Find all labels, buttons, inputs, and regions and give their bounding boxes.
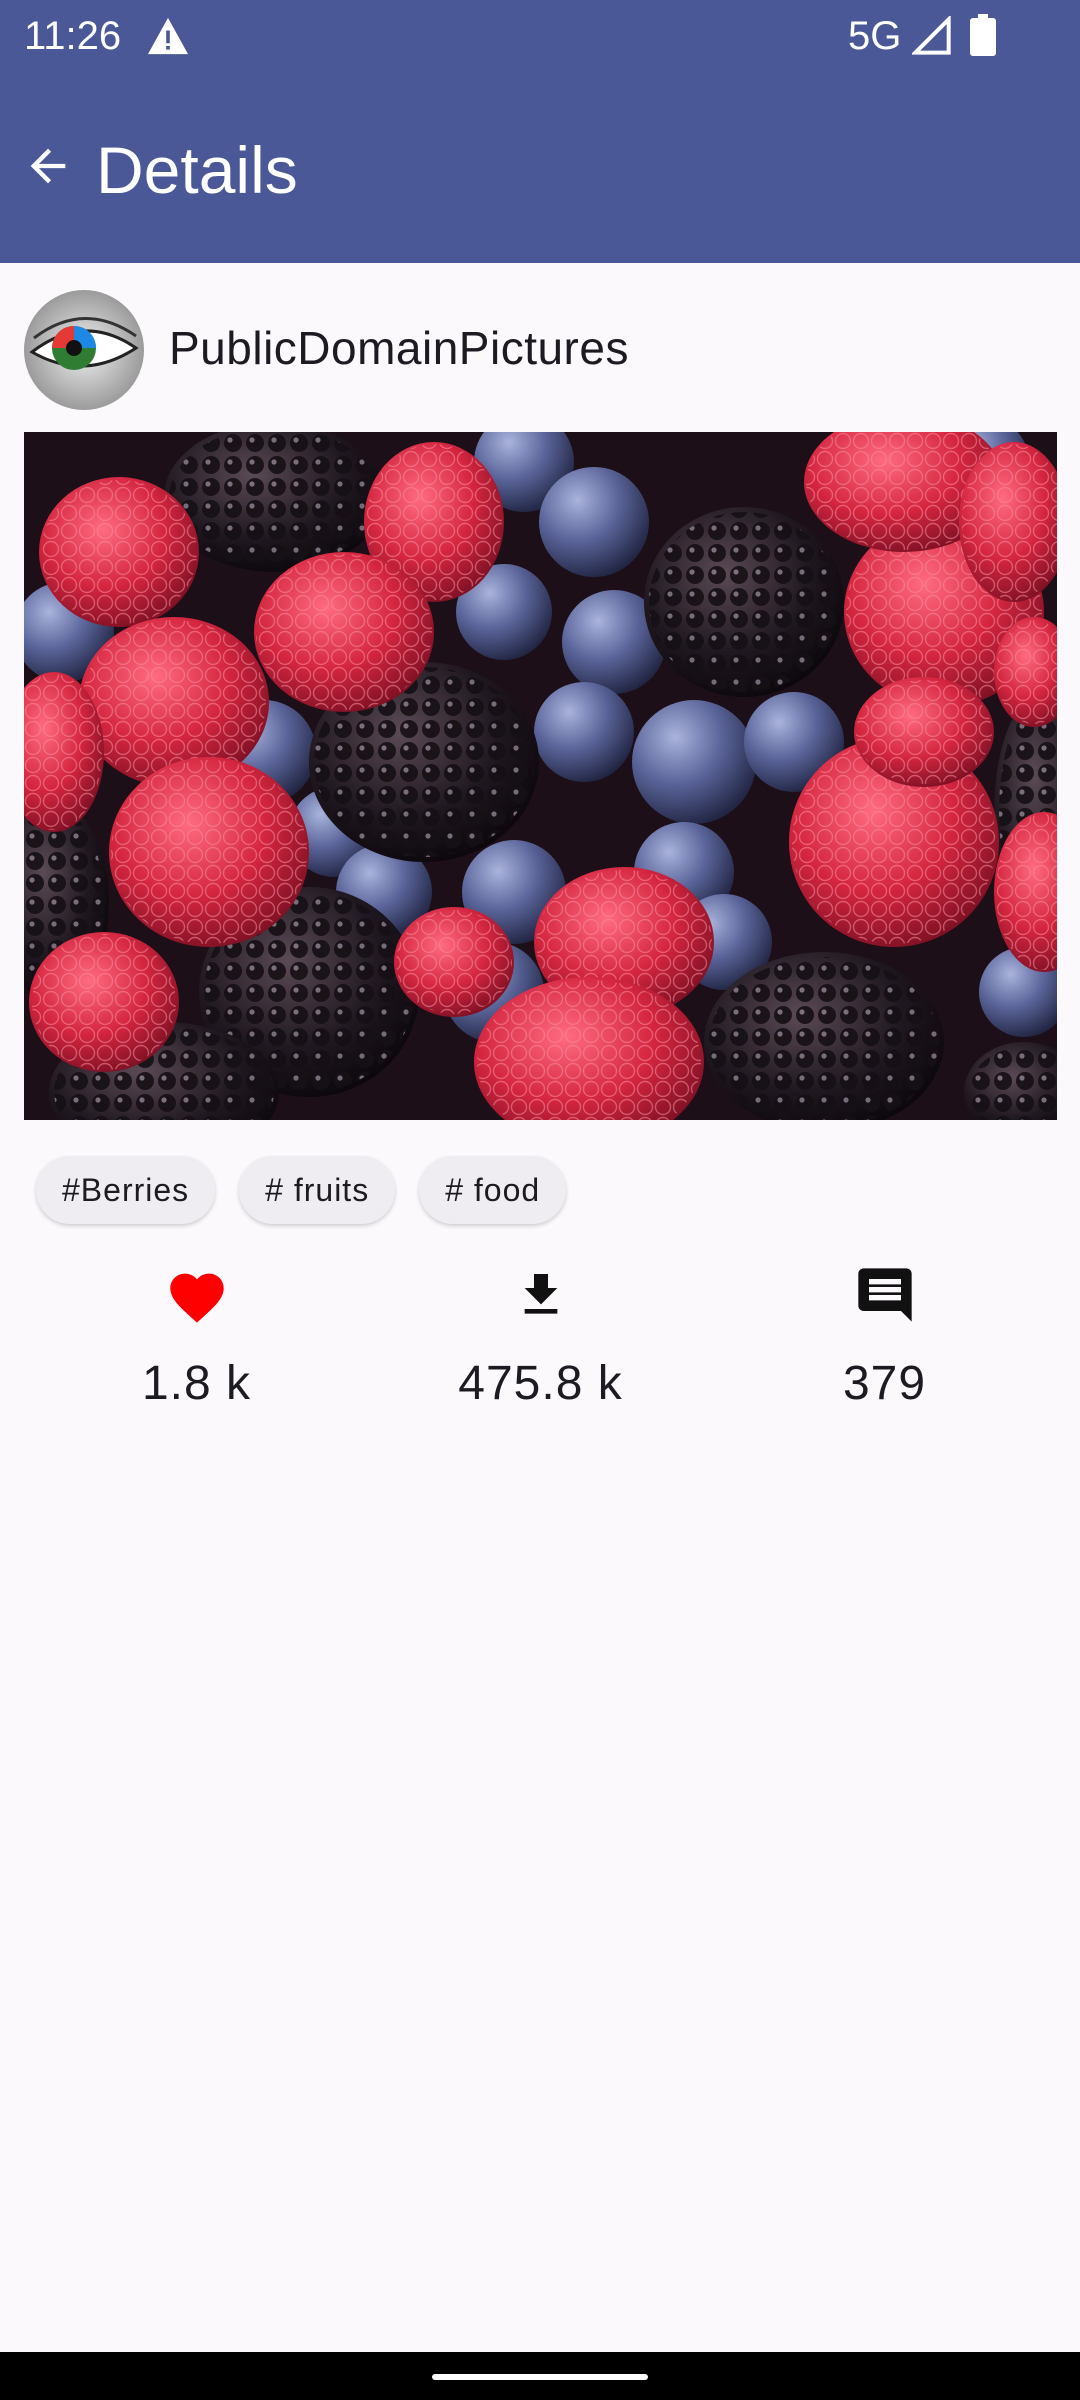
likes-stat[interactable]: 1.8 k [24,1260,369,1412]
likes-count: 1.8 k [141,1357,252,1410]
tag-chip-fruits[interactable]: # fruits [239,1156,396,1224]
back-arrow-icon [30,148,66,184]
eye-image [24,290,144,410]
signal-icon [910,14,952,61]
app-header: 11:26 5G Details [0,0,1080,263]
back-button[interactable] [12,130,84,202]
status-time: 11:26 [24,14,122,58]
downloads-stat[interactable]: 475.8 k [368,1260,713,1412]
warning-icon [146,16,190,61]
comment-icon [712,1260,1057,1330]
downloads-count: 475.8 k [458,1357,623,1410]
comments-stat[interactable]: 379 [712,1260,1057,1412]
tag-chip-berries[interactable]: #Berries [36,1156,216,1224]
tag-chips: #Berries # fruits # food [36,1156,567,1224]
username[interactable]: PublicDomainPictures [169,318,629,378]
main-photo[interactable] [24,432,1057,1120]
heart-icon [24,1260,369,1330]
page-title: Details [96,133,298,207]
battery-icon [970,14,996,61]
home-indicator[interactable] [432,2374,648,2380]
avatar[interactable] [24,290,144,410]
tag-chip-food[interactable]: # food [419,1156,567,1224]
network-type: 5G [848,14,902,58]
berries-photo [24,432,1057,1120]
download-icon [368,1260,713,1330]
comments-count: 379 [842,1357,927,1410]
details-screen: 11:26 5G Details PublicDomainPictures #B… [0,0,1080,2400]
